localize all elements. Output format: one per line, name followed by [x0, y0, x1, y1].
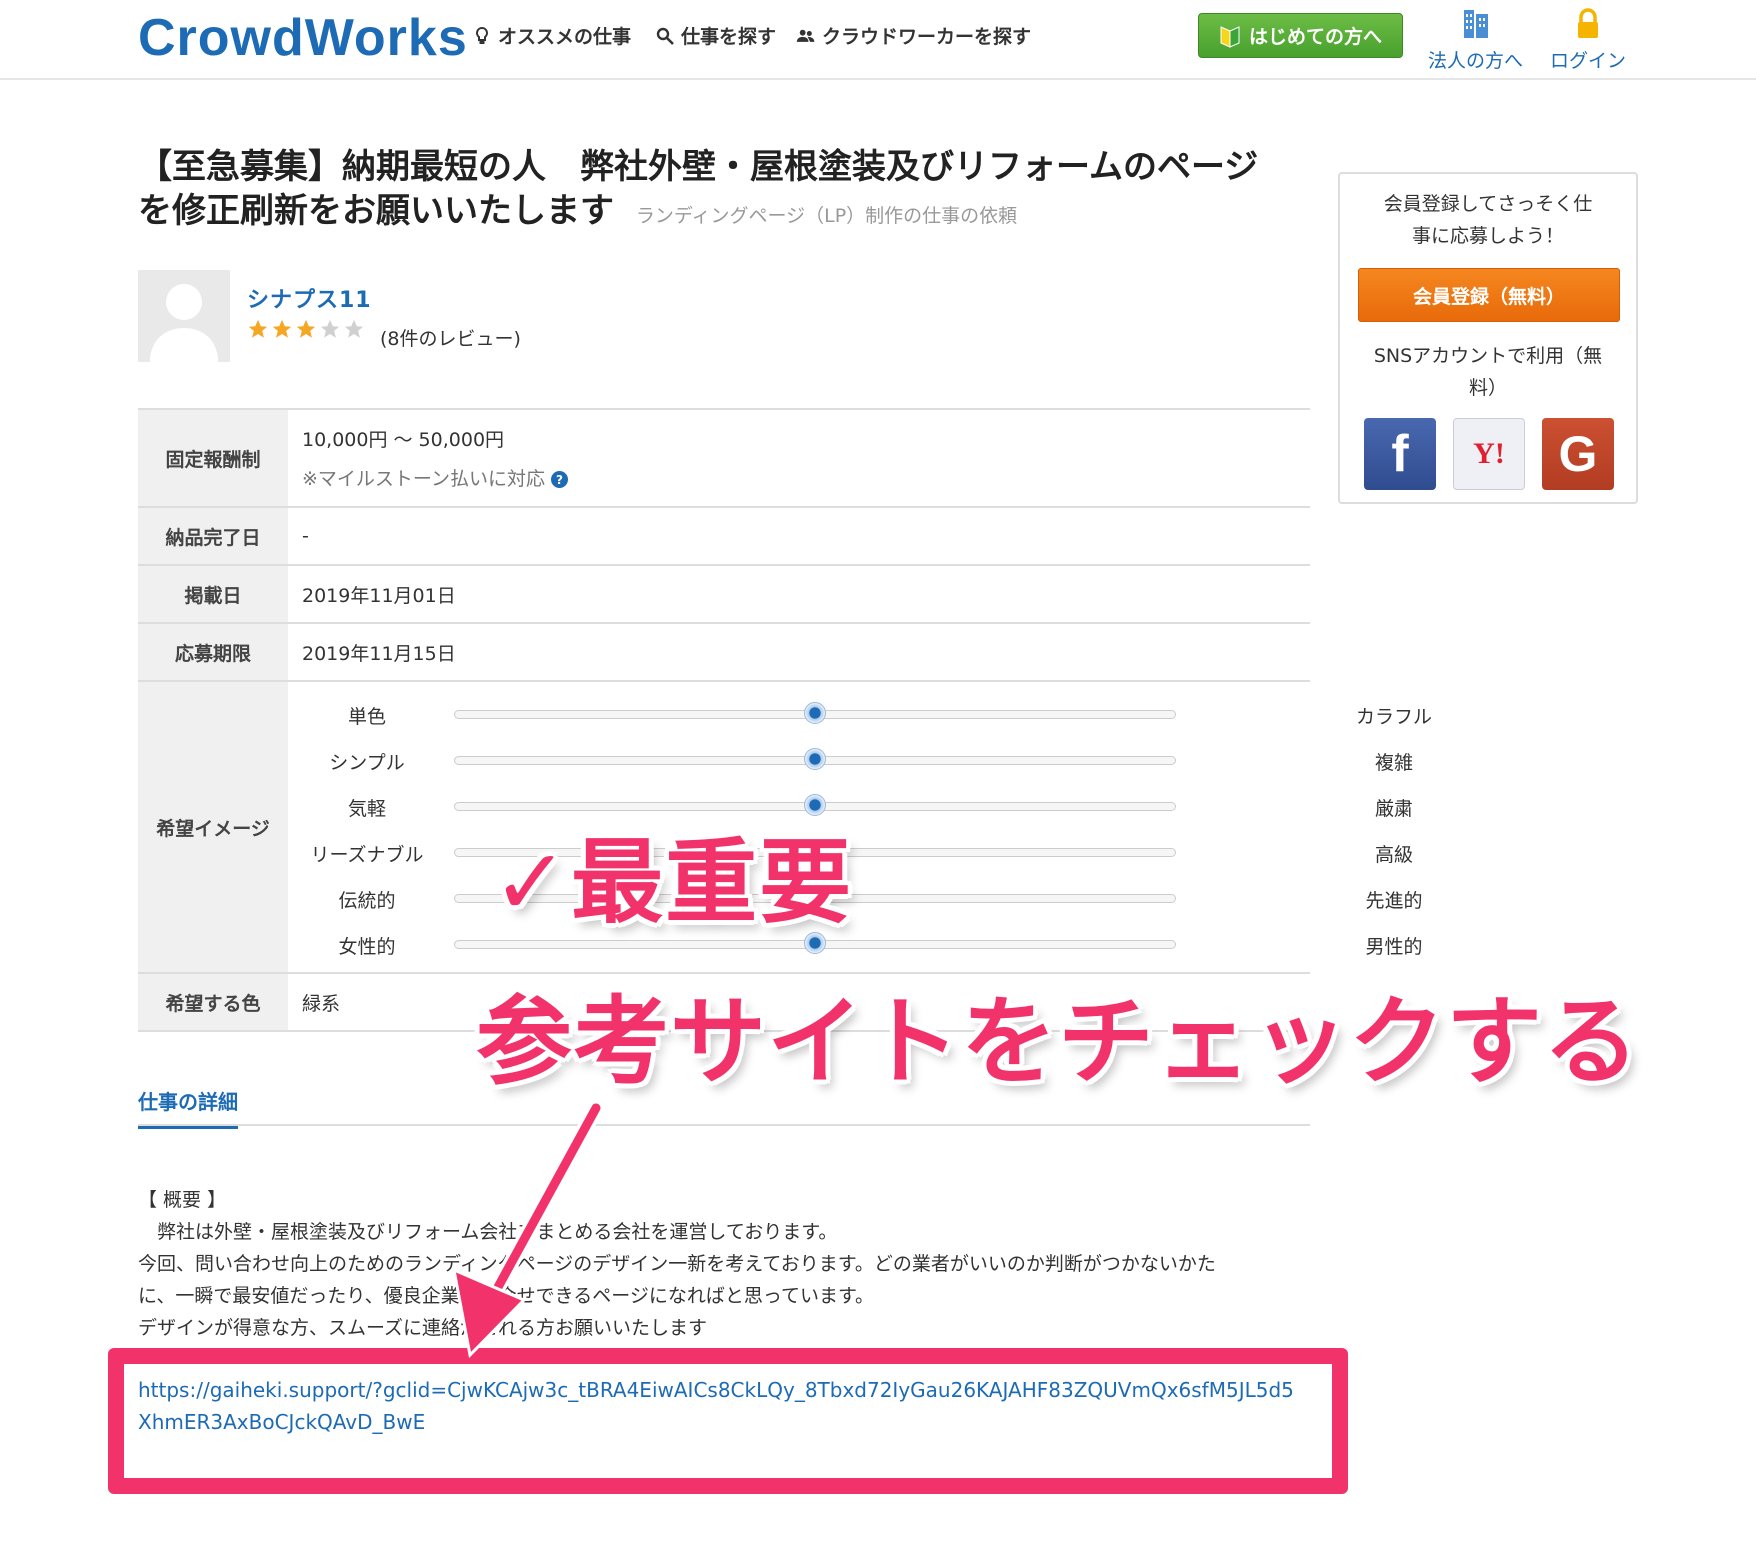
slider-left-label: 気軽: [347, 798, 386, 820]
description-line: 弊社は外壁・屋根塗装及びリフォーム会社をまとめる会社を運営しております。: [138, 1221, 838, 1243]
lock-icon: [1578, 8, 1598, 38]
deadline-row: 応募期限 2019年11月15日: [138, 624, 1310, 682]
deadline-label: 応募期限: [138, 624, 288, 680]
search-icon: [656, 27, 674, 45]
corporate-link-label: 法人の方へ: [1428, 50, 1524, 72]
beginner-button[interactable]: はじめての方へ: [1198, 13, 1403, 58]
fee-note-wrap: ※マイルストーン払いに対応?: [302, 464, 1310, 491]
nav-find-workers[interactable]: クラウドワーカーを探す: [796, 22, 1031, 49]
slider-left-label: リーズナブル: [310, 844, 424, 866]
delivery-row: 納品完了日 -: [138, 508, 1310, 566]
annotation-arrow-icon: [452, 1100, 604, 1359]
help-icon[interactable]: ?: [550, 471, 568, 488]
sns-text: SNSアカウントで利用（無料）: [1373, 345, 1603, 399]
fee-note: ※マイルストーン払いに対応: [302, 468, 545, 490]
posted-row: 掲載日 2019年11月01日: [138, 566, 1310, 624]
slider-knob: [804, 748, 826, 770]
login-link-label: ログイン: [1550, 50, 1627, 72]
annotation-most-important: ✓最重要: [492, 829, 854, 936]
posted-label: 掲載日: [138, 566, 288, 622]
fee-cell: 10,000円 〜 50,000円 ※マイルストーン払いに対応?: [288, 410, 1310, 506]
beginner-leaf-icon: [1220, 25, 1240, 48]
nav-recommended-jobs[interactable]: オススメの仕事: [472, 22, 631, 49]
signup-prompt: 会員登録してさっそく仕事に応募しよう！: [1383, 193, 1593, 247]
image-slider-row: 単色 カラフル: [294, 690, 1432, 736]
site-header: CrowdWorks オススメの仕事 仕事を探す クラウドワーカーを探す はじめ…: [0, 0, 1756, 80]
slider-right-label: 複雑: [1374, 752, 1413, 774]
slider-left-label: シンプル: [329, 752, 405, 774]
annotation-check-reference: 参考サイトをチェックする: [476, 986, 1640, 1098]
slider-right-label: 男性的: [1365, 936, 1423, 958]
job-description: 【 概要 】 弊社は外壁・屋根塗装及びリフォーム会社をまとめる会社を運営しており…: [138, 1184, 1298, 1344]
facebook-icon: f: [1391, 425, 1409, 483]
slider-right-label: 高級: [1374, 844, 1413, 866]
client-avatar[interactable]: [138, 270, 230, 362]
yahoo-login-button[interactable]: Y!: [1453, 418, 1525, 490]
signup-sidebar: 会員登録してさっそく仕事に応募しよう！ 会員登録（無料） SNSアカウントで利用…: [1338, 172, 1638, 504]
lightbulb-icon: [476, 26, 488, 44]
slider-left-label: 女性的: [338, 936, 396, 958]
nav-find-jobs-label: 仕事を探す: [681, 26, 777, 48]
description-line: 【 概要 】: [138, 1189, 227, 1211]
tab-job-details[interactable]: 仕事の詳細: [138, 1086, 238, 1129]
client-rating: [247, 318, 365, 340]
description-line: デザインが得意な方、スムーズに連絡がとれる方お願いいたします: [138, 1317, 708, 1339]
deadline-value: 2019年11月15日: [302, 642, 456, 665]
fee-row: 固定報酬制 10,000円 〜 50,000円 ※マイルストーン払いに対応?: [138, 410, 1310, 508]
default-avatar-icon: [150, 284, 218, 362]
fee-value: 10,000円 〜 50,000円: [302, 429, 505, 451]
client-name[interactable]: シナプス11: [247, 282, 372, 314]
yahoo-icon: Y!: [1473, 437, 1505, 470]
url-highlight-box: [108, 1348, 1348, 1494]
image-slider-row: シンプル 複雑: [294, 736, 1413, 782]
slider-left-label: 伝統的: [338, 890, 396, 912]
job-title: 【至急募集】納期最短の人 弊社外壁・屋根塗装及びリフォームのページを修正刷新をお…: [138, 145, 1288, 238]
star-icon: [344, 319, 364, 338]
slider-right-label: カラフル: [1355, 706, 1432, 728]
star-icon: [320, 319, 340, 338]
google-login-button[interactable]: G: [1542, 418, 1614, 490]
star-icon: [272, 319, 292, 338]
corporate-link[interactable]: 法人の方へ: [1428, 8, 1523, 73]
slider-left-label: 単色: [347, 706, 386, 728]
register-button[interactable]: 会員登録（無料）: [1358, 268, 1620, 322]
nav-recommended-label: オススメの仕事: [498, 26, 632, 48]
crowdworks-logo[interactable]: CrowdWorks: [138, 8, 468, 68]
delivery-label: 納品完了日: [138, 508, 288, 564]
users-icon: [796, 29, 815, 42]
nav-find-jobs[interactable]: 仕事を探す: [655, 22, 776, 49]
slider-knob: [804, 702, 826, 724]
fee-label: 固定報酬制: [138, 410, 288, 506]
client-reviews[interactable]: (8件のレビュー): [380, 324, 521, 351]
posted-value: 2019年11月01日: [302, 584, 456, 607]
facebook-login-button[interactable]: f: [1364, 418, 1436, 490]
description-line: に、一瞬で最安値だったり、優良企業と問合せできるページになればと思っています。: [138, 1280, 1298, 1312]
slider-right-label: 厳粛: [1374, 798, 1413, 820]
login-link[interactable]: ログイン: [1550, 8, 1626, 73]
beginner-button-label: はじめての方へ: [1248, 26, 1382, 48]
star-icon: [248, 319, 268, 338]
image-label: 希望イメージ: [138, 682, 288, 972]
detail-divider: [138, 1124, 1310, 1126]
building-icon: [1463, 10, 1488, 38]
delivery-value: -: [302, 525, 309, 547]
description-line: 今回、問い合わせ向上のためのランディングページのデザイン一新を考えております。ど…: [138, 1253, 1216, 1275]
slider-right-label: 先進的: [1365, 890, 1423, 912]
star-icon: [296, 319, 316, 338]
color-label: 希望する色: [138, 974, 288, 1030]
job-category[interactable]: ランディングページ（LP）制作の仕事の依頼: [636, 205, 1017, 227]
google-icon: G: [1558, 426, 1598, 482]
nav-find-workers-label: クラウドワーカーを探す: [822, 26, 1032, 48]
